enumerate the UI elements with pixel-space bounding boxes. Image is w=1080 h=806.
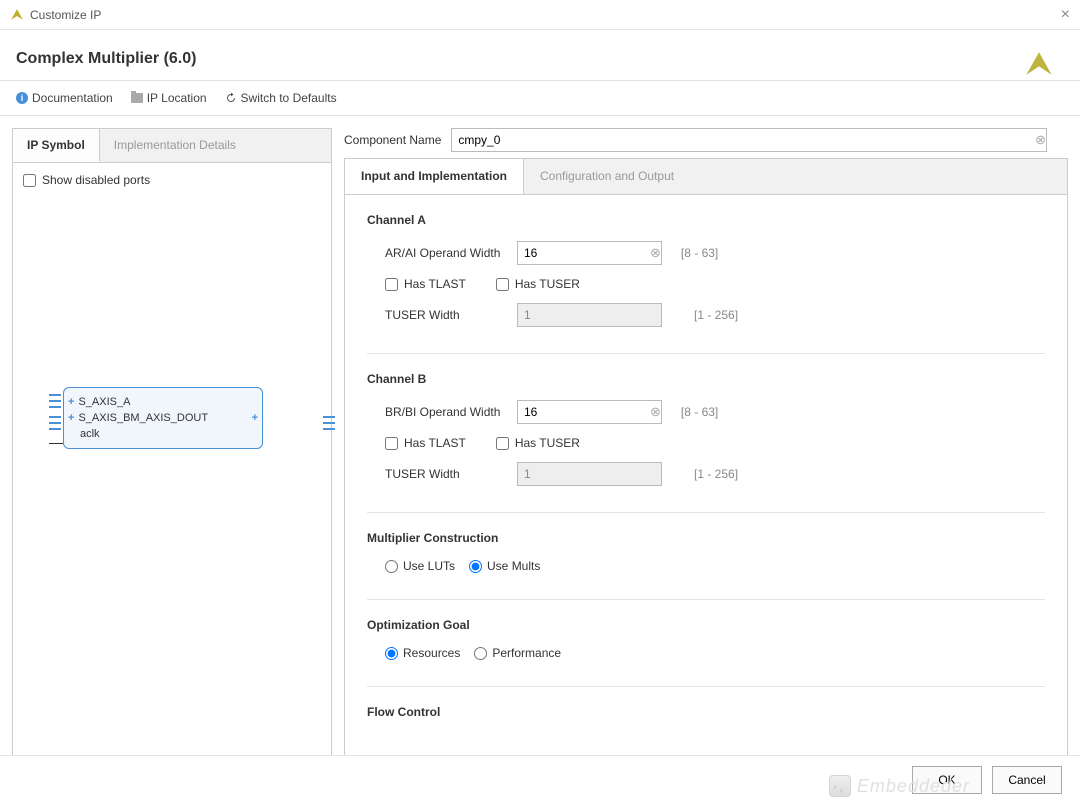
port-b: S_AXIS_BM_AXIS_DOUT bbox=[78, 412, 208, 424]
documentation-button[interactable]: i Documentation bbox=[16, 91, 113, 105]
config-tabs: Input and Implementation Configuration a… bbox=[345, 159, 1067, 195]
opt-goal-title: Optimization Goal bbox=[367, 618, 1045, 632]
ip-location-button[interactable]: IP Location bbox=[131, 91, 207, 105]
br-operand-range: [8 - 63] bbox=[681, 405, 718, 419]
clear-icon[interactable]: ⊗ bbox=[1035, 132, 1046, 148]
switch-defaults-button[interactable]: Switch to Defaults bbox=[225, 91, 337, 105]
chb-tuser-label: TUSER Width bbox=[385, 467, 505, 481]
refresh-icon bbox=[225, 92, 237, 104]
chb-tuser-input bbox=[517, 462, 662, 486]
plus-icon: + bbox=[68, 412, 74, 424]
component-name-input[interactable] bbox=[451, 128, 1047, 152]
ar-operand-input[interactable] bbox=[517, 241, 662, 265]
clear-icon[interactable]: ⊗ bbox=[650, 404, 661, 420]
window-title: Customize IP bbox=[30, 8, 1061, 22]
show-disabled-checkbox-input[interactable] bbox=[23, 174, 36, 187]
left-tabs: IP Symbol Implementation Details bbox=[13, 129, 331, 163]
cha-tuser-input bbox=[517, 303, 662, 327]
mult-construction-title: Multiplier Construction bbox=[367, 531, 1045, 545]
section-opt-goal: Optimization Goal Resources Performance bbox=[367, 618, 1045, 660]
footer: OK Cancel bbox=[0, 755, 1080, 803]
config-box: Input and Implementation Configuration a… bbox=[344, 158, 1068, 794]
main: IP Symbol Implementation Details Show di… bbox=[0, 116, 1080, 806]
channel-b-title: Channel B bbox=[367, 372, 1045, 386]
xilinx-logo-icon bbox=[1022, 48, 1056, 82]
info-icon: i bbox=[16, 92, 28, 104]
show-disabled-label: Show disabled ports bbox=[42, 173, 150, 187]
radio-use-luts[interactable]: Use LUTs bbox=[385, 559, 455, 573]
plus-icon: + bbox=[68, 396, 74, 408]
tab-configuration-output[interactable]: Configuration and Output bbox=[524, 159, 690, 194]
channel-a-title: Channel A bbox=[367, 213, 1045, 227]
right-panel: Component Name ⊗ Input and Implementatio… bbox=[344, 128, 1068, 794]
tab-implementation-details[interactable]: Implementation Details bbox=[100, 129, 250, 162]
radio-resources[interactable]: Resources bbox=[385, 646, 460, 660]
documentation-label: Documentation bbox=[32, 91, 113, 105]
br-operand-input[interactable] bbox=[517, 400, 662, 424]
cha-tuser-range: [1 - 256] bbox=[694, 308, 738, 322]
cha-has-tlast[interactable]: Has TLAST bbox=[385, 277, 466, 291]
ip-box: + S_AXIS_A + S_AXIS_BM_AXIS_DOUT + aclk bbox=[63, 387, 263, 449]
ip-symbol-diagram: + S_AXIS_A + S_AXIS_BM_AXIS_DOUT + aclk bbox=[63, 387, 321, 449]
ip-location-label: IP Location bbox=[147, 91, 207, 105]
radio-performance[interactable]: Performance bbox=[474, 646, 561, 660]
tab-ip-symbol[interactable]: IP Symbol bbox=[13, 129, 100, 162]
section-mult-construction: Multiplier Construction Use LUTs Use Mul… bbox=[367, 531, 1045, 573]
app-logo-icon bbox=[10, 8, 24, 22]
section-flow-control: Flow Control bbox=[367, 705, 1045, 719]
cha-has-tuser[interactable]: Has TUSER bbox=[496, 277, 580, 291]
port-a: S_AXIS_A bbox=[78, 396, 130, 408]
component-name-label: Component Name bbox=[344, 133, 441, 147]
chb-has-tuser[interactable]: Has TUSER bbox=[496, 436, 580, 450]
header: Complex Multiplier (6.0) bbox=[0, 30, 1080, 81]
ar-operand-label: AR/AI Operand Width bbox=[385, 246, 505, 260]
close-icon[interactable]: × bbox=[1061, 6, 1070, 24]
folder-icon bbox=[131, 93, 143, 103]
ar-operand-range: [8 - 63] bbox=[681, 246, 718, 260]
flow-control-title: Flow Control bbox=[367, 705, 1045, 719]
titlebar: Customize IP × bbox=[0, 0, 1080, 30]
show-disabled-ports-checkbox[interactable]: Show disabled ports bbox=[23, 173, 321, 187]
config-body[interactable]: Channel A AR/AI Operand Width ⊗ [8 - 63]… bbox=[345, 195, 1067, 793]
ok-button[interactable]: OK bbox=[912, 766, 982, 794]
left-panel: IP Symbol Implementation Details Show di… bbox=[12, 128, 332, 794]
toolbar: i Documentation IP Location Switch to De… bbox=[0, 81, 1080, 116]
cancel-button[interactable]: Cancel bbox=[992, 766, 1062, 794]
tab-input-implementation[interactable]: Input and Implementation bbox=[345, 159, 524, 194]
left-body: Show disabled ports + S_AXIS_A + S_AXIS_BM… bbox=[13, 163, 331, 793]
cha-tuser-label: TUSER Width bbox=[385, 308, 505, 322]
section-channel-b: Channel B BR/BI Operand Width ⊗ [8 - 63]… bbox=[367, 372, 1045, 486]
clear-icon[interactable]: ⊗ bbox=[650, 245, 661, 261]
br-operand-label: BR/BI Operand Width bbox=[385, 405, 505, 419]
section-channel-a: Channel A AR/AI Operand Width ⊗ [8 - 63]… bbox=[367, 213, 1045, 327]
switch-defaults-label: Switch to Defaults bbox=[241, 91, 337, 105]
radio-use-mults[interactable]: Use Mults bbox=[469, 559, 540, 573]
chb-has-tlast[interactable]: Has TLAST bbox=[385, 436, 466, 450]
plus-icon: + bbox=[252, 412, 258, 424]
port-clk: aclk bbox=[80, 428, 100, 440]
page-title: Complex Multiplier (6.0) bbox=[16, 50, 1064, 68]
component-name-row: Component Name ⊗ bbox=[344, 128, 1068, 152]
chb-tuser-range: [1 - 256] bbox=[694, 467, 738, 481]
